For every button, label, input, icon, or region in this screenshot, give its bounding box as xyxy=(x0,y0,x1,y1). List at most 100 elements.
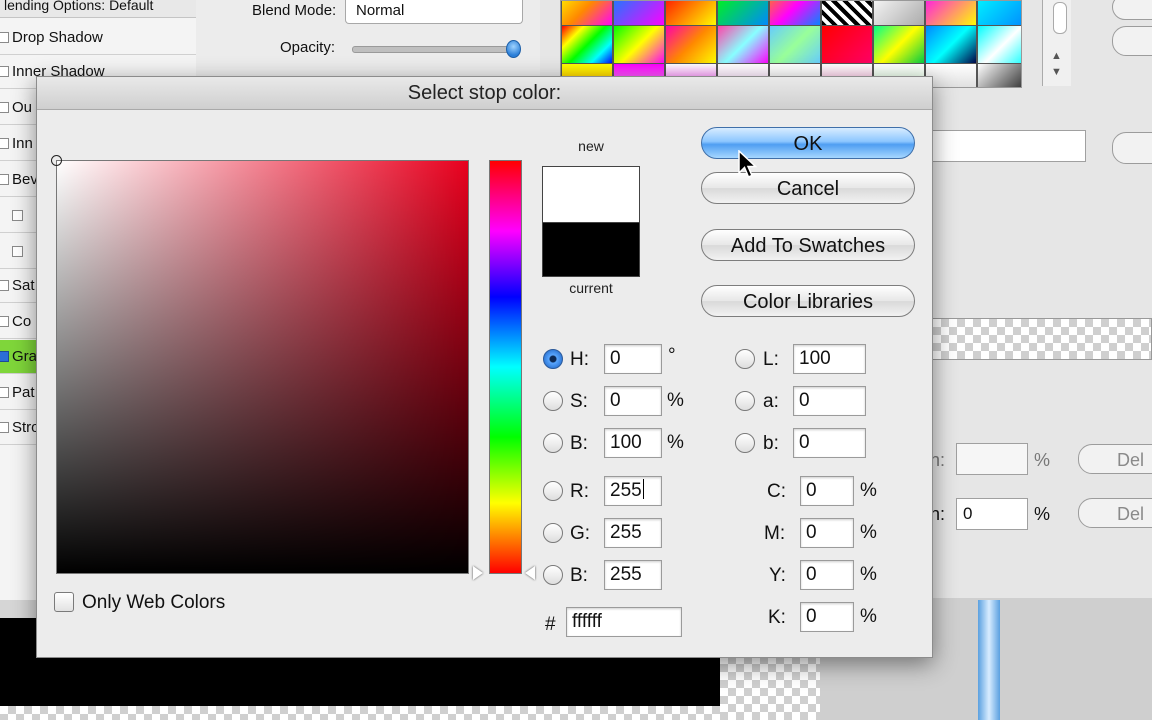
brightness-unit: % xyxy=(667,432,684,453)
color-field[interactable] xyxy=(51,155,469,574)
lab-l-field[interactable] xyxy=(793,344,866,374)
gradient-preset[interactable] xyxy=(821,25,873,65)
gradient-ramp-preview[interactable] xyxy=(932,318,1152,360)
arrow-pointer-icon xyxy=(738,150,758,178)
black-unit: % xyxy=(860,606,877,627)
gradient-preset[interactable] xyxy=(665,25,717,65)
delete-opacity-stop-button[interactable]: Del xyxy=(1078,444,1152,474)
chevron-up-icon[interactable]: ▲ xyxy=(1051,50,1062,62)
brightness-field[interactable] xyxy=(604,428,662,458)
hex-field[interactable] xyxy=(566,607,682,637)
gradient-preset[interactable] xyxy=(769,1,821,27)
color-location-field[interactable]: 0 xyxy=(956,498,1028,530)
effect-checkbox[interactable] xyxy=(0,280,9,291)
red-label: R: xyxy=(570,481,589,502)
gradient-preset[interactable] xyxy=(665,1,717,27)
bg-new-button[interactable] xyxy=(1112,132,1152,164)
lab-b-field[interactable] xyxy=(793,428,866,458)
gradient-preset[interactable] xyxy=(717,1,769,27)
effect-checkbox[interactable] xyxy=(0,102,9,113)
effect-checkbox[interactable] xyxy=(12,246,23,257)
current-color-swatch[interactable] xyxy=(543,223,639,276)
brightness-radio[interactable] xyxy=(543,433,563,453)
saturation-field[interactable] xyxy=(604,386,662,416)
opacity-label: Opacity: xyxy=(280,39,336,56)
hue-slider-left-arrow-icon[interactable] xyxy=(473,566,483,580)
color-field-marker[interactable] xyxy=(51,155,62,166)
cancel-button[interactable]: Cancel xyxy=(701,172,915,204)
lab-a-field[interactable] xyxy=(793,386,866,416)
color-libraries-button[interactable]: Color Libraries xyxy=(701,285,915,317)
hex-label: # xyxy=(545,614,556,635)
gradient-preset[interactable] xyxy=(873,25,925,65)
degree-unit: ° xyxy=(668,345,676,366)
green-radio[interactable] xyxy=(543,523,563,543)
red-radio[interactable] xyxy=(543,481,563,501)
hue-slider[interactable] xyxy=(489,160,522,574)
add-to-swatches-button[interactable]: Add To Swatches xyxy=(701,229,915,261)
bg-ok-button[interactable] xyxy=(1112,0,1152,20)
only-web-colors-checkbox[interactable] xyxy=(54,592,74,612)
chevron-down-icon[interactable]: ▼ xyxy=(1051,66,1062,78)
presets-scrollbar[interactable]: ▲ ▼ xyxy=(1042,0,1071,86)
opacity-slider-knob[interactable] xyxy=(506,40,521,58)
saturation-label: S: xyxy=(570,391,588,412)
opacity-location-field[interactable] xyxy=(956,443,1028,475)
gradient-preset[interactable] xyxy=(873,1,925,27)
gradient-preset[interactable] xyxy=(925,25,977,65)
gradient-preset[interactable] xyxy=(977,1,1021,27)
text-caret xyxy=(642,479,644,499)
gradient-preset[interactable] xyxy=(769,25,821,65)
cyan-unit: % xyxy=(860,480,877,501)
yellow-field[interactable] xyxy=(800,560,854,590)
blue-label: B: xyxy=(570,565,588,586)
gradient-preset[interactable] xyxy=(561,1,613,27)
effect-drop-shadow[interactable]: Drop Shadow xyxy=(0,21,196,55)
gradient-preset[interactable] xyxy=(925,1,977,27)
blue-field[interactable] xyxy=(604,560,662,590)
gradient-preset[interactable] xyxy=(613,1,665,27)
blend-mode-select[interactable]: Normal xyxy=(345,0,523,24)
effect-checkbox[interactable] xyxy=(0,387,9,398)
percent-1: % xyxy=(1034,450,1051,470)
red-field[interactable]: 255 xyxy=(604,476,662,506)
gradient-presets-grid xyxy=(560,0,1022,88)
gradient-preset[interactable] xyxy=(821,1,873,27)
blending-options-item[interactable]: lending Options: Default xyxy=(0,0,196,18)
effect-checkbox[interactable] xyxy=(0,351,9,362)
gradient-preset[interactable] xyxy=(561,25,613,65)
lab-l-radio[interactable] xyxy=(735,349,755,369)
gradient-preset[interactable] xyxy=(977,63,1021,87)
opacity-slider-track[interactable] xyxy=(352,46,518,53)
delete-color-stop-button[interactable]: Del xyxy=(1078,498,1152,528)
cyan-field[interactable] xyxy=(800,476,854,506)
gradient-preset[interactable] xyxy=(717,25,769,65)
hue-field[interactable] xyxy=(604,344,662,374)
blue-radio[interactable] xyxy=(543,565,563,585)
bg-scrollbar[interactable] xyxy=(978,600,1000,720)
yellow-unit: % xyxy=(860,564,877,585)
gradient-preset[interactable] xyxy=(977,25,1021,65)
saturation-radio[interactable] xyxy=(543,391,563,411)
black-label: K: xyxy=(768,607,786,628)
effect-checkbox[interactable] xyxy=(0,32,9,43)
hue-slider-right-arrow-icon[interactable] xyxy=(525,566,535,580)
effect-checkbox[interactable] xyxy=(0,66,9,77)
lab-b-radio[interactable] xyxy=(735,433,755,453)
ok-button[interactable]: OK xyxy=(701,127,915,159)
green-field[interactable] xyxy=(604,518,662,548)
hue-radio[interactable] xyxy=(543,349,563,369)
lab-a-radio[interactable] xyxy=(735,391,755,411)
bg-reset-button[interactable] xyxy=(1112,26,1152,56)
effect-checkbox[interactable] xyxy=(0,422,9,433)
effect-checkbox[interactable] xyxy=(12,210,23,221)
effect-checkbox[interactable] xyxy=(0,174,9,185)
black-field[interactable] xyxy=(800,602,854,632)
gradient-preset[interactable] xyxy=(613,25,665,65)
dialog-title: Select stop color: xyxy=(37,77,932,110)
scroll-thumb[interactable] xyxy=(1053,2,1067,34)
effect-checkbox[interactable] xyxy=(0,316,9,327)
gradient-name-field[interactable] xyxy=(930,130,1086,162)
effect-checkbox[interactable] xyxy=(0,138,9,149)
magenta-field[interactable] xyxy=(800,518,854,548)
